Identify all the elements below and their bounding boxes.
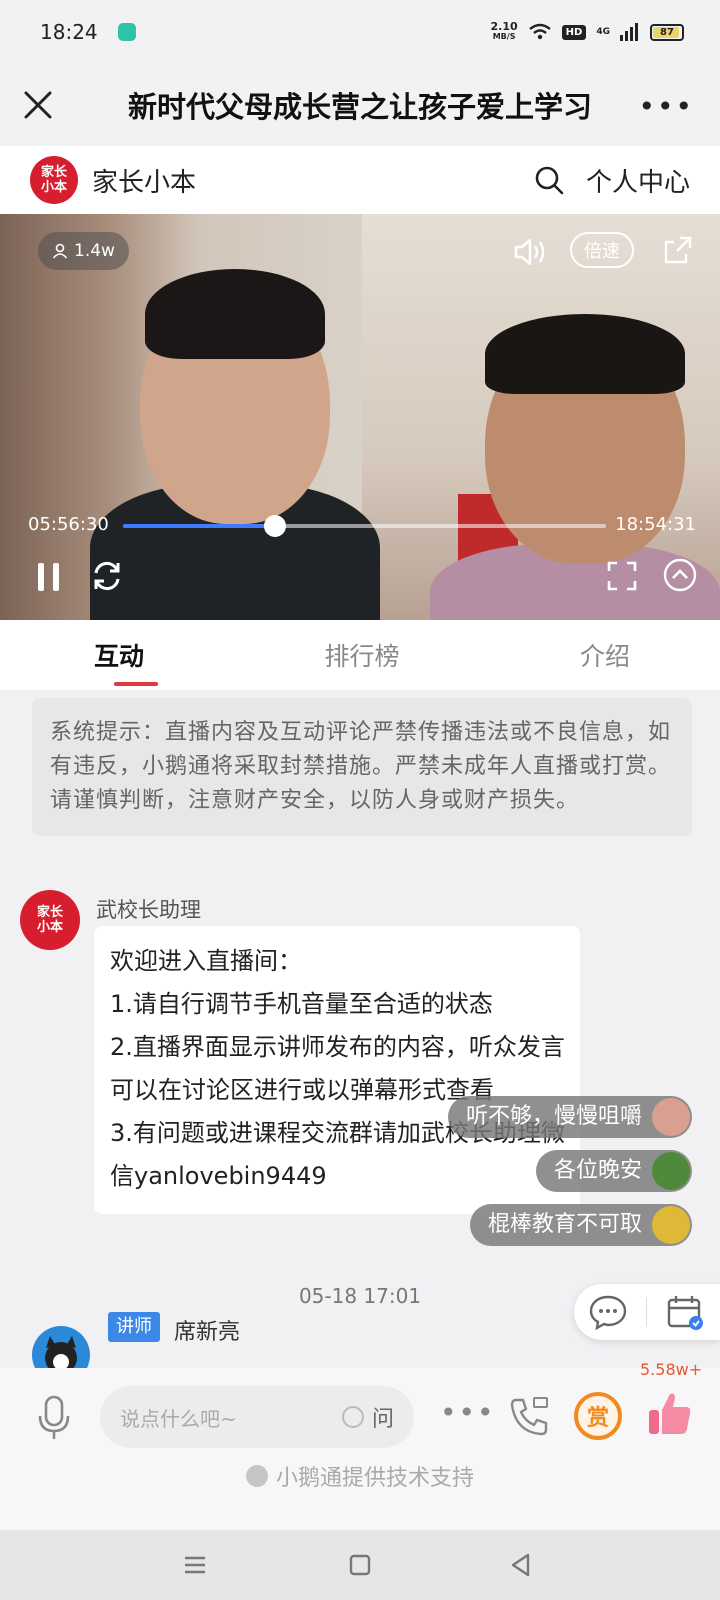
tab-bar: 互动 排行榜 介绍 [0, 620, 720, 690]
lecturer-badge: 讲师 [108, 1312, 160, 1342]
microphone-icon[interactable] [36, 1394, 72, 1442]
like-count: 5.58w+ [640, 1360, 703, 1379]
logo-line1: 家长 [40, 165, 67, 180]
message-bubble: 欢迎进入直播间： 1.请自行调节手机音量至合适的状态 2.直播界面显示讲师发布的… [94, 926, 580, 1214]
hd-badge: HD [561, 24, 587, 40]
net-speed-unit: MB/S [492, 32, 516, 41]
total-time: 18:54:31 [615, 514, 696, 535]
live-video-player[interactable]: 1.4w 倍速 05:56:30 18:54:31 [0, 214, 720, 620]
danmaku-text: 棍棒教育不可取 [487, 1212, 642, 1237]
bottom-bar: 说点什么吧~ 问 ••• 赏 5.58w+ 小鹅通提供技术支持 [0, 1360, 720, 1530]
progress-slider[interactable] [123, 515, 606, 537]
ask-label: 问 [371, 1407, 394, 1432]
page-title: 新时代父母成长营之让孩子爱上学习 [127, 90, 592, 124]
progress-fill [123, 524, 276, 528]
message-line: 1.请自行调节手机音量至合适的状态 [110, 990, 493, 1018]
progress-handle[interactable] [264, 515, 287, 537]
battery-icon: 87 [650, 23, 684, 41]
danmaku-comment: 棍棒教育不可取 [469, 1204, 692, 1246]
shop-header: 家长 小本 家长小本 个人中心 [0, 146, 720, 214]
danmaku-avatar [652, 1206, 690, 1244]
network-speed: 2.10 MB/S [490, 20, 518, 42]
title-bar: 新时代父母成长营之让孩子爱上学习 ••• [0, 64, 720, 146]
refresh-icon[interactable] [88, 557, 126, 595]
danmaku-avatar [652, 1152, 690, 1190]
speaker-left-hair [145, 269, 325, 359]
schedule-icon[interactable] [665, 1293, 705, 1331]
message-sender: 武校长助理 [96, 898, 201, 922]
back-icon[interactable] [506, 1550, 536, 1580]
ask-radio[interactable] [341, 1406, 364, 1428]
net-speed-value: 2.10 [490, 20, 518, 33]
viewer-count-value: 1.4w [74, 241, 115, 261]
comment-input[interactable]: 说点什么吧~ 问 [100, 1386, 414, 1448]
avatar-line2: 小本 [36, 920, 63, 935]
chat-area[interactable]: 系统提示：直播内容及互动评论严禁传播违法或不良信息，如有违反，小鹅通将采取封禁措… [0, 690, 720, 1368]
thumbs-up-icon[interactable] [644, 1388, 694, 1438]
danmaku-comment: 听不够，慢慢咀嚼 [447, 1096, 692, 1138]
personal-center-link[interactable]: 个人中心 [586, 162, 690, 199]
speaker-right-hair [485, 314, 685, 394]
current-time: 05:56:30 [28, 514, 109, 535]
search-icon[interactable] [532, 163, 566, 197]
shop-logo[interactable]: 家长 小本 [30, 156, 78, 204]
viewer-count: 1.4w [38, 232, 129, 270]
collapse-icon[interactable] [662, 557, 698, 593]
pause-icon[interactable] [34, 560, 64, 594]
phone-call-icon[interactable] [506, 1394, 552, 1440]
status-bar: 18:24 2.10 MB/S HD 4G 87 [0, 0, 720, 64]
playback-speed-button[interactable]: 倍速 [570, 232, 634, 268]
more-menu-button[interactable]: ••• [638, 90, 694, 123]
system-nav-bar [0, 1530, 720, 1600]
dog-avatar-icon [45, 1336, 77, 1368]
lecturer-avatar[interactable] [32, 1326, 90, 1368]
danmaku-text: 各位晚安 [553, 1158, 642, 1183]
more-options-button[interactable]: ••• [440, 1396, 496, 1429]
menu-icon[interactable] [180, 1550, 210, 1580]
close-icon[interactable] [18, 85, 58, 125]
shop-name[interactable]: 家长小本 [92, 162, 196, 199]
ask-question-toggle[interactable]: 问 [341, 1401, 394, 1433]
wifi-icon [528, 23, 551, 40]
battery-level: 87 [660, 26, 674, 38]
tech-support: 小鹅通提供技术支持 [0, 1460, 720, 1492]
signal-icon [620, 23, 638, 41]
system-notice: 系统提示：直播内容及互动评论严禁传播违法或不良信息，如有违反，小鹅通将采取封禁措… [32, 698, 692, 836]
avatar-line1: 家长 [36, 905, 63, 920]
lecturer-name: 席新亮 [174, 1320, 241, 1345]
home-icon[interactable] [345, 1550, 375, 1580]
danmaku-text: 听不够，慢慢咀嚼 [465, 1104, 642, 1129]
notification-app-icon [117, 23, 136, 41]
user-icon [52, 243, 68, 259]
status-indicators: 2.10 MB/S HD 4G 87 [490, 20, 684, 42]
danmaku-comment: 各位晚安 [535, 1150, 692, 1192]
speaker-icon[interactable] [512, 234, 548, 270]
message-line: 欢迎进入直播间： [110, 947, 302, 975]
fullscreen-icon[interactable] [606, 560, 638, 592]
avatar[interactable]: 家长 小本 [20, 890, 80, 950]
divider [646, 1297, 647, 1327]
chat-bubble-icon[interactable] [588, 1293, 628, 1331]
tab-interaction[interactable]: 互动 [0, 620, 273, 690]
tech-support-text: 小鹅通提供技术支持 [275, 1466, 474, 1491]
comment-placeholder: 说点什么吧~ [120, 1406, 237, 1431]
reward-button[interactable]: 赏 [574, 1392, 622, 1440]
logo-line2: 小本 [40, 180, 67, 195]
share-icon[interactable] [660, 232, 696, 268]
tab-ranking[interactable]: 排行榜 [273, 620, 452, 690]
status-time: 18:24 [40, 20, 98, 44]
floating-tools [574, 1284, 720, 1340]
danmaku-avatar [652, 1098, 690, 1136]
signal-label: 4G [596, 27, 610, 37]
tab-introduction[interactable]: 介绍 [451, 620, 720, 690]
xiaoe-logo-icon [245, 1465, 268, 1487]
